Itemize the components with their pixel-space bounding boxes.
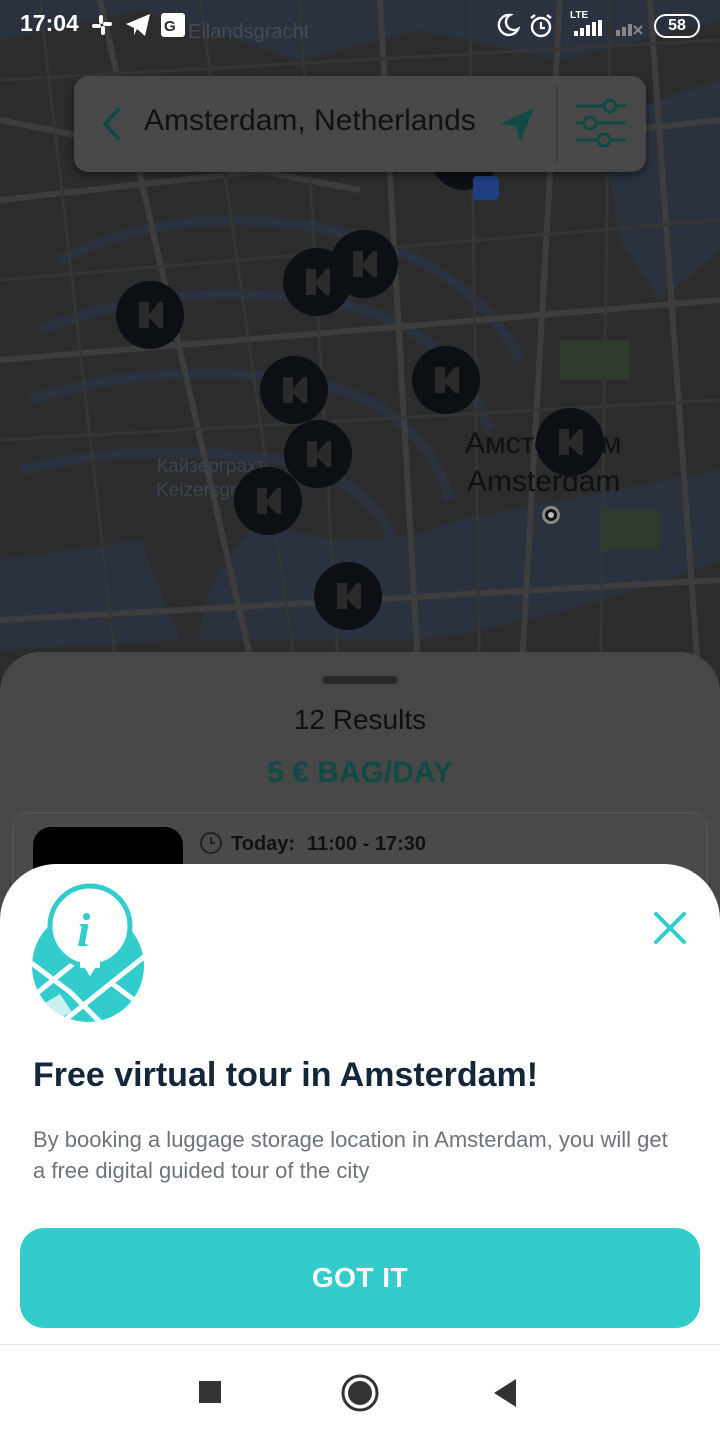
location-pin[interactable] [234,467,302,535]
location-text[interactable]: Amsterdam, Netherlands [144,104,476,138]
search-divider [556,86,558,162]
info-map-icon: i [32,883,144,1022]
translate-icon: G [161,13,185,37]
slack-icon [92,15,112,35]
bounce-logo-icon [306,269,330,295]
results-count: 12 Results [293,704,427,735]
location-pin[interactable] [284,420,352,488]
location-pin[interactable] [330,230,398,298]
svg-text:i: i [77,904,91,957]
opening-hours: 11:00 - 17:30 [307,833,426,855]
transit-icon [473,176,499,200]
location-pin[interactable] [536,408,604,476]
today-label: Today: [231,833,296,855]
info-modal: i Free virtual tour in Amsterdam! By boo… [0,864,720,1344]
price-label: 5 € BAG/DAY [267,756,453,789]
bounce-logo-icon [139,302,163,328]
location-pin[interactable] [116,281,184,349]
status-time: 17:04 [20,10,79,36]
circle-icon[interactable] [340,1373,380,1413]
sliders-icon[interactable] [574,98,628,148]
signal-icon [574,20,602,36]
telegram-icon [126,14,150,36]
station-marker-icon [542,506,560,524]
modal-title: Free virtual tour in Amsterdam! [33,1056,539,1094]
city-label-en: Amsterdam [467,465,621,498]
clock-icon [200,832,222,854]
bounce-logo-icon [337,583,361,609]
svg-text:G: G [164,18,176,35]
bounce-logo-icon [307,441,331,467]
location-pin[interactable] [260,356,328,424]
chevron-left-icon[interactable] [100,106,122,142]
got-it-button[interactable]: GOT IT [20,1228,700,1328]
sheet-drag-handle[interactable] [322,676,398,684]
location-search-bar[interactable]: Amsterdam, Netherlands [74,76,646,172]
alarm-icon [530,14,552,38]
bounce-logo-icon [283,377,307,403]
bounce-logo-icon [435,367,459,393]
close-icon[interactable] [650,908,690,948]
battery-indicator: 58 [654,14,700,38]
bounce-logo-icon [559,429,583,455]
system-nav-bar [0,1344,720,1440]
moon-icon [497,13,520,37]
bounce-logo-icon [353,251,377,277]
modal-body: By booking a luggage storage location in… [33,1127,668,1183]
triangle-back-icon[interactable] [492,1373,518,1413]
status-bar: 17:04 G LTE 58 [0,0,720,52]
battery-level: 58 [668,17,686,34]
signal-no-service-icon [616,24,643,36]
bounce-logo-icon [257,488,281,514]
location-pin[interactable] [412,346,480,414]
square-icon[interactable] [198,1373,222,1413]
navigation-arrow-icon[interactable] [498,106,538,144]
location-pin[interactable] [314,562,382,630]
